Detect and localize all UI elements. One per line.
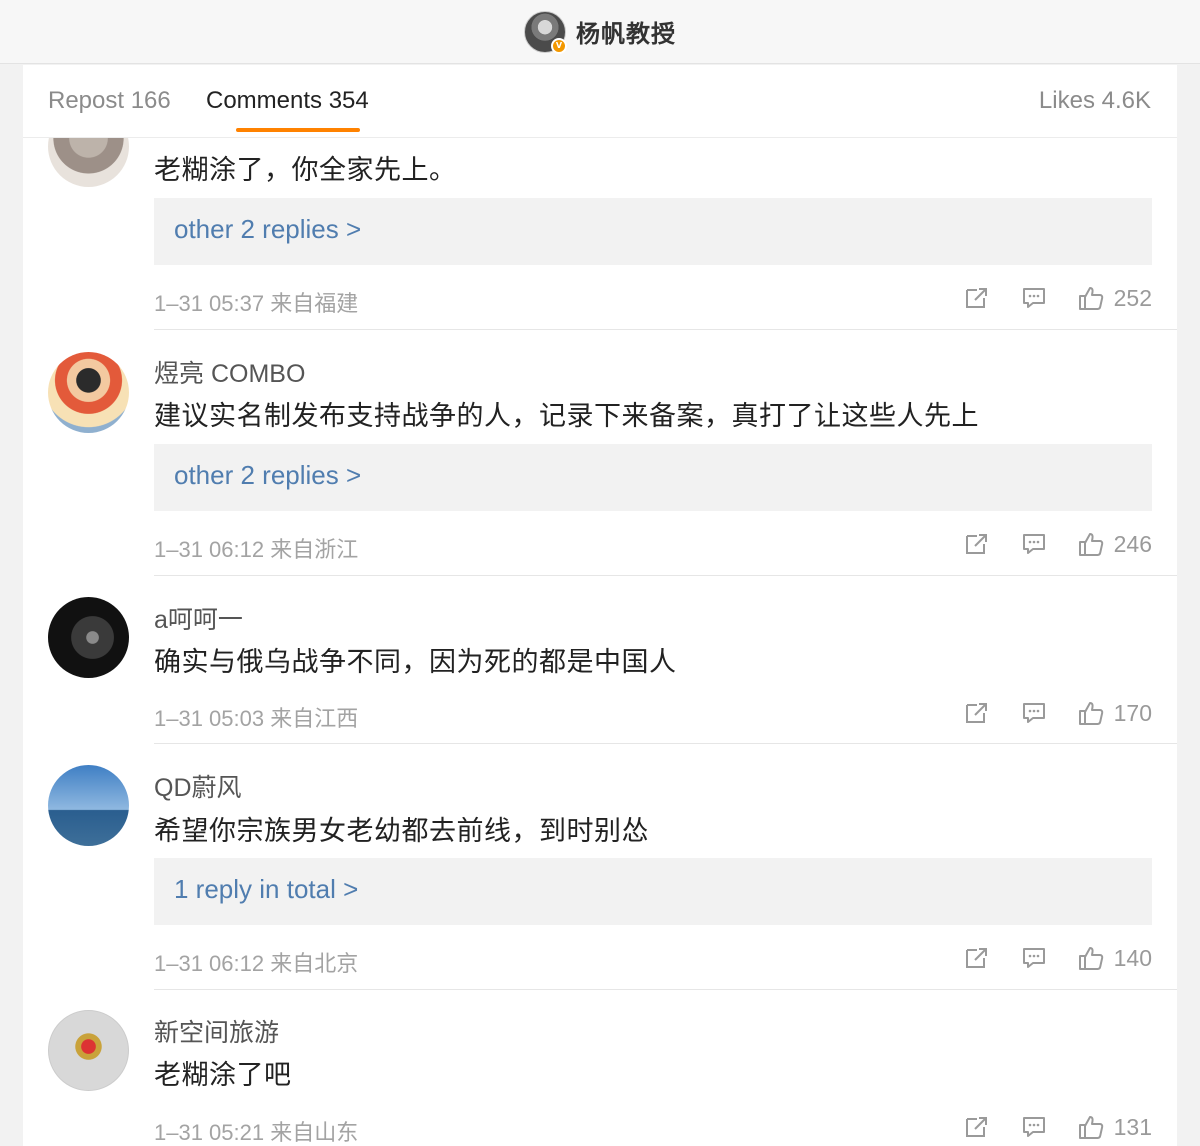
- user-avatar[interactable]: [48, 597, 129, 678]
- comment-actions: 252: [964, 282, 1152, 314]
- comment-meta: 1–31 05:21 来自山东: [154, 1120, 359, 1145]
- replies-link[interactable]: other 2 replies >: [154, 444, 1152, 511]
- comment-meta: 1–31 06:12 来自北京: [154, 951, 359, 976]
- account-avatar[interactable]: V: [524, 10, 567, 54]
- username[interactable]: QD蔚风: [154, 768, 242, 804]
- thumbs-up-icon: [1078, 945, 1104, 971]
- comment-meta: 1–31 05:37 来自福建: [154, 291, 359, 316]
- top-header: V 杨帆教授: [0, 0, 1200, 64]
- comment-text: 老糊涂了，你全家先上。: [154, 155, 457, 186]
- comment-actions: 246: [964, 528, 1152, 560]
- comment-panel: Repost 166 Comments 354 Likes 4.6K 老糊涂了，…: [23, 65, 1177, 1146]
- comment-text: 希望你宗族男女老幼都去前线，到时别怂: [154, 816, 649, 847]
- replies-link[interactable]: other 2 replies >: [154, 198, 1152, 265]
- divider: [154, 989, 1177, 990]
- comment-meta: 1–31 05:03 来自江西: [154, 706, 359, 731]
- like-count: 170: [1113, 699, 1152, 726]
- like-count: 252: [1113, 284, 1152, 311]
- thumbs-up-icon: [1078, 700, 1104, 726]
- like-count: 140: [1113, 944, 1152, 971]
- user-avatar[interactable]: [48, 352, 129, 433]
- share-icon[interactable]: [964, 945, 990, 971]
- divider: [154, 743, 1177, 744]
- like-count: 246: [1113, 530, 1152, 557]
- share-icon[interactable]: [964, 285, 990, 311]
- comment-text: 老糊涂了吧: [154, 1060, 292, 1091]
- tab-bar: Repost 166 Comments 354 Likes 4.6K: [23, 65, 1177, 138]
- comment-text: 建议实名制发布支持战争的人，记录下来备案，真打了让这些人先上: [154, 401, 979, 432]
- divider: [154, 329, 1177, 330]
- replies-link[interactable]: 1 reply in total >: [154, 858, 1152, 925]
- replies-label: other 2 replies >: [174, 460, 362, 490]
- active-tab-indicator: [236, 128, 360, 132]
- like-button[interactable]: 140: [1078, 945, 1152, 972]
- comment-icon[interactable]: [1021, 700, 1047, 726]
- username[interactable]: 煜亮 COMBO: [154, 354, 305, 390]
- tab-comments[interactable]: Comments 354: [206, 87, 369, 115]
- username[interactable]: 新空间旅游: [154, 1013, 279, 1049]
- comment-icon[interactable]: [1021, 531, 1047, 557]
- replies-label: 1 reply in total >: [174, 874, 359, 904]
- thumbs-up-icon: [1078, 531, 1104, 557]
- comment-icon[interactable]: [1021, 945, 1047, 971]
- like-button[interactable]: 252: [1078, 285, 1152, 312]
- replies-label: other 2 replies >: [174, 214, 362, 244]
- comment-actions: 140: [964, 942, 1152, 974]
- thumbs-up-icon: [1078, 1114, 1104, 1140]
- comment-actions: 170: [964, 697, 1152, 729]
- like-count: 131: [1113, 1113, 1152, 1140]
- divider: [154, 575, 1177, 576]
- share-icon[interactable]: [964, 1114, 990, 1140]
- comment-text: 确实与俄乌战争不同，因为死的都是中国人: [154, 647, 677, 678]
- like-button[interactable]: 170: [1078, 700, 1152, 727]
- tab-repost[interactable]: Repost 166: [48, 87, 171, 115]
- user-avatar[interactable]: [48, 1010, 129, 1091]
- comment-actions: 131: [964, 1111, 1152, 1143]
- share-icon[interactable]: [964, 700, 990, 726]
- verified-badge-icon: V: [551, 37, 567, 54]
- like-button[interactable]: 131: [1078, 1114, 1152, 1141]
- comment-meta: 1–31 06:12 来自浙江: [154, 537, 359, 562]
- user-avatar[interactable]: [48, 765, 129, 846]
- thumbs-up-icon: [1078, 285, 1104, 311]
- comment-icon[interactable]: [1021, 285, 1047, 311]
- like-button[interactable]: 246: [1078, 531, 1152, 558]
- tab-likes[interactable]: Likes 4.6K: [1039, 87, 1151, 115]
- comment-icon[interactable]: [1021, 1114, 1047, 1140]
- username[interactable]: a呵呵一: [154, 600, 243, 636]
- account-name[interactable]: 杨帆教授: [576, 14, 676, 49]
- share-icon[interactable]: [964, 531, 990, 557]
